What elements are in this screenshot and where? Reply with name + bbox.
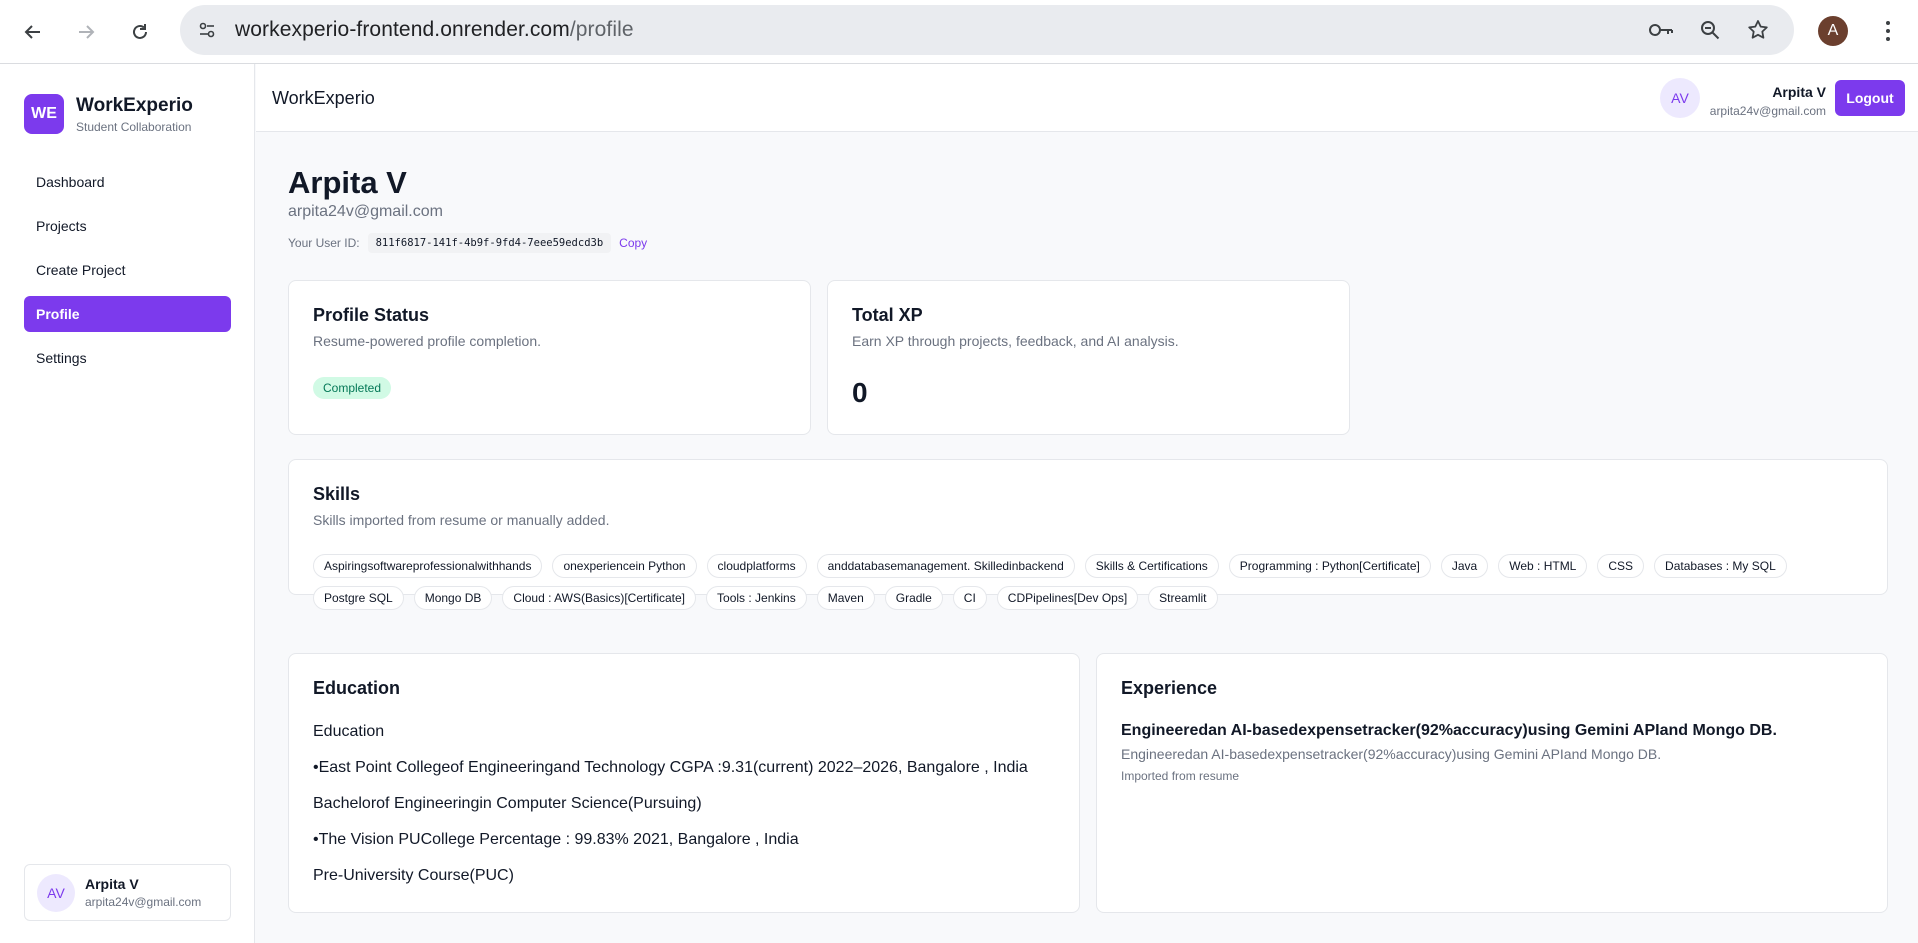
experience-title: Experience bbox=[1121, 678, 1218, 698]
education-line: Education bbox=[313, 723, 385, 740]
page-title: Arpita V bbox=[288, 165, 407, 200]
header-user-name: Arpita V bbox=[1772, 84, 1826, 100]
address-bar[interactable]: workexperio-frontend.onrender.com/profil… bbox=[180, 5, 1794, 55]
skill-chip: cloudplatforms bbox=[706, 554, 807, 578]
education-line: •The Vision PUCollege Percentage : 99.83… bbox=[313, 831, 799, 848]
sidebar-user-name: Arpita V bbox=[85, 876, 139, 892]
sidebar-user-email: arpita24v@gmail.com bbox=[85, 895, 202, 909]
total-xp-subtitle: Earn XP through projects, feedback, and … bbox=[852, 333, 1179, 349]
zoom-icon[interactable] bbox=[1697, 17, 1723, 43]
skills-subtitle: Skills imported from resume or manually … bbox=[313, 512, 610, 528]
skill-chip: Java bbox=[1440, 554, 1489, 578]
browser-menu-icon[interactable] bbox=[1876, 16, 1900, 46]
profile-status-card: Profile Status Resume-powered profile co… bbox=[288, 280, 811, 435]
browser-profile-avatar[interactable]: A bbox=[1818, 16, 1848, 46]
skill-chip: Aspiringsoftwareprofessionalwithhands bbox=[313, 554, 543, 578]
skills-list: Aspiringsoftwareprofessionalwithhands one… bbox=[313, 554, 1873, 610]
sidebar-item-projects[interactable]: Projects bbox=[24, 208, 231, 244]
skill-chip: Databases : My SQL bbox=[1654, 554, 1787, 578]
url-host: workexperio-frontend.onrender.com bbox=[235, 18, 570, 41]
header-avatar[interactable]: AV bbox=[1660, 78, 1700, 118]
skill-chip: Postgre SQL bbox=[313, 586, 404, 610]
skill-chip: Mongo DB bbox=[413, 586, 493, 610]
skill-chip: Maven bbox=[816, 586, 875, 610]
header-title: WorkExperio bbox=[272, 88, 375, 108]
skill-chip: Programming : Python[Certificate] bbox=[1228, 554, 1431, 578]
experience-card: Experience Engineeredan AI-basedexpenset… bbox=[1096, 653, 1888, 913]
brand-subtitle: Student Collaboration bbox=[76, 119, 192, 134]
skills-card: Skills Skills imported from resume or ma… bbox=[288, 459, 1888, 610]
skill-chip: Streamlit bbox=[1148, 586, 1218, 610]
header-user-email: arpita24v@gmail.com bbox=[1709, 104, 1826, 118]
sidebar: WE WorkExperio Student Collaboration Das… bbox=[0, 64, 255, 943]
logout-button[interactable]: Logout bbox=[1835, 80, 1905, 116]
skill-chip: Cloud : AWS(Basics)[Certificate] bbox=[502, 586, 697, 610]
copy-user-id-link[interactable]: Copy bbox=[619, 236, 647, 250]
skill-chip: Web : HTML bbox=[1498, 554, 1588, 578]
skill-chip: CDPipelines[Dev Ops] bbox=[996, 586, 1139, 610]
brand[interactable]: WE WorkExperio Student Collaboration bbox=[24, 94, 193, 134]
back-arrow-icon[interactable] bbox=[15, 14, 51, 50]
sidebar-nav: Dashboard Projects Create Project Profil… bbox=[24, 164, 231, 384]
url-path: /profile bbox=[569, 18, 634, 41]
experience-item-title: Engineeredan AI-basedexpensetracker(92%a… bbox=[1121, 722, 1777, 739]
experience-item-description: Engineeredan AI-basedexpensetracker(92%a… bbox=[1121, 746, 1662, 762]
education-card: Education Education •East Point Collegeo… bbox=[288, 653, 1080, 913]
skill-chip: onexperiencein Python bbox=[552, 554, 697, 578]
skill-chip: Tools : Jenkins bbox=[706, 586, 807, 610]
user-id-label: Your User ID: bbox=[288, 236, 360, 250]
skills-title: Skills bbox=[313, 484, 361, 504]
main-content: Arpita V arpita24v@gmail.com Your User I… bbox=[256, 132, 1918, 943]
sidebar-item-profile[interactable]: Profile bbox=[24, 296, 231, 332]
password-key-icon[interactable] bbox=[1648, 17, 1674, 43]
sidebar-user-card[interactable]: AV Arpita V arpita24v@gmail.com bbox=[24, 864, 231, 921]
education-line: Pre-University Course(PUC) bbox=[313, 867, 514, 884]
avatar: AV bbox=[37, 873, 75, 912]
site-settings-icon[interactable] bbox=[194, 17, 220, 43]
brand-logo: WE bbox=[24, 94, 64, 134]
skill-chip: CSS bbox=[1597, 554, 1645, 578]
bookmark-star-icon[interactable] bbox=[1745, 17, 1771, 43]
education-title: Education bbox=[313, 678, 401, 698]
reload-icon[interactable] bbox=[122, 14, 158, 50]
education-line: •East Point Collegeof Engineeringand Tec… bbox=[313, 759, 1028, 776]
profile-status-subtitle: Resume-powered profile completion. bbox=[313, 333, 541, 349]
total-xp-title: Total XP bbox=[852, 305, 923, 325]
app-header: WorkExperio AV Arpita V arpita24v@gmail.… bbox=[256, 64, 1918, 132]
experience-item-source: Imported from resume bbox=[1121, 769, 1240, 783]
user-id-value: 811f6817-141f-4b9f-9fd4-7eee59edcd3b bbox=[367, 233, 612, 253]
forward-arrow-icon[interactable] bbox=[68, 14, 104, 50]
sidebar-item-create-project[interactable]: Create Project bbox=[24, 252, 231, 288]
skill-chip: CI bbox=[952, 586, 987, 610]
total-xp-value: 0 bbox=[852, 377, 868, 408]
url-text: workexperio-frontend.onrender.com/profil… bbox=[235, 18, 634, 42]
education-line: Bachelorof Engineeringin Computer Scienc… bbox=[313, 795, 702, 812]
skill-chip: anddatabasemanagement. Skilledinbackend bbox=[816, 554, 1075, 578]
brand-title: WorkExperio bbox=[76, 94, 193, 116]
profile-email: arpita24v@gmail.com bbox=[288, 203, 443, 220]
skill-chip: Gradle bbox=[884, 586, 943, 610]
sidebar-item-settings[interactable]: Settings bbox=[24, 340, 231, 376]
browser-toolbar: workexperio-frontend.onrender.com/profil… bbox=[0, 0, 1918, 64]
skill-chip: Skills & Certifications bbox=[1084, 554, 1219, 578]
profile-status-title: Profile Status bbox=[313, 305, 430, 325]
user-id-row: Your User ID: 811f6817-141f-4b9f-9fd4-7e… bbox=[288, 233, 647, 253]
sidebar-item-dashboard[interactable]: Dashboard bbox=[24, 164, 231, 200]
header-user-info: Arpita V arpita24v@gmail.com bbox=[1710, 84, 1826, 118]
status-badge: Completed bbox=[313, 377, 392, 399]
total-xp-card: Total XP Earn XP through projects, feedb… bbox=[827, 280, 1350, 435]
